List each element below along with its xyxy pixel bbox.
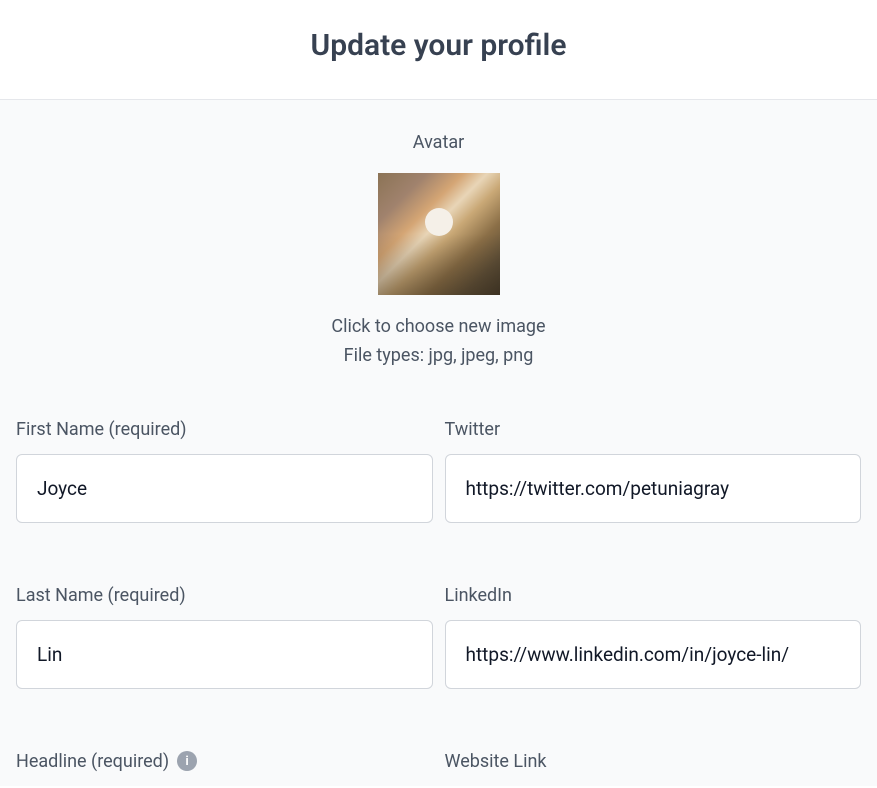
profile-form: Avatar Click to choose new image File ty… [0,100,877,786]
headline-field: Headline (required) i [16,751,433,786]
twitter-field: Twitter [445,419,862,523]
website-field: Website Link [445,751,862,786]
last-name-label: Last Name (required) [16,585,433,606]
linkedin-input[interactable] [445,620,862,689]
avatar-label: Avatar [16,132,861,153]
first-name-field: First Name (required) [16,419,433,523]
form-grid: First Name (required) Twitter Last Name … [16,419,861,786]
info-icon[interactable]: i [177,751,197,771]
twitter-input[interactable] [445,454,862,523]
linkedin-field: LinkedIn [445,585,862,689]
page-header: Update your profile [0,0,877,100]
headline-label-text: Headline (required) [16,751,169,772]
headline-label: Headline (required) i [16,751,433,772]
website-label: Website Link [445,751,862,772]
first-name-input[interactable] [16,454,433,523]
last-name-input[interactable] [16,620,433,689]
avatar-hint-filetypes: File types: jpg, jpeg, png [16,342,861,371]
last-name-field: Last Name (required) [16,585,433,689]
twitter-label: Twitter [445,419,862,440]
avatar-hint-choose: Click to choose new image [16,313,861,342]
avatar-section: Avatar Click to choose new image File ty… [16,132,861,371]
first-name-label: First Name (required) [16,419,433,440]
page-title: Update your profile [0,28,877,63]
avatar-image-upload[interactable] [378,173,500,295]
linkedin-label: LinkedIn [445,585,862,606]
